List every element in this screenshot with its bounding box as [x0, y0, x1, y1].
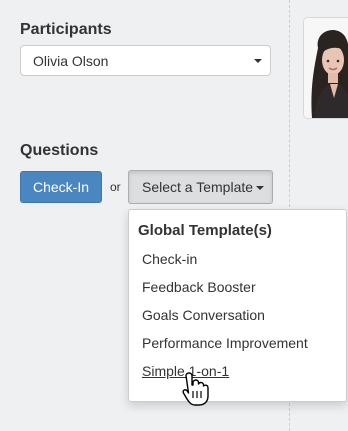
questions-label: Questions — [20, 142, 99, 159]
menu-item-goals-conversation[interactable]: Goals Conversation — [142, 307, 265, 323]
participant-select[interactable]: Olivia Olson — [20, 45, 271, 76]
hand-pointer-icon — [181, 371, 211, 412]
menu-header: Global Template(s) — [138, 222, 272, 239]
menu-item-feedback-booster[interactable]: Feedback Booster — [142, 279, 256, 295]
chevron-down-icon — [254, 59, 262, 63]
select-template-label: Select a Template — [142, 179, 254, 195]
template-dropdown-menu: Global Template(s) Check-in Feedback Boo… — [128, 209, 347, 402]
menu-item-performance-improvement[interactable]: Performance Improvement — [142, 335, 308, 351]
participants-label: Participants — [20, 21, 112, 38]
participant-select-value: Olivia Olson — [33, 52, 109, 69]
menu-item-check-in[interactable]: Check-in — [142, 251, 197, 267]
avatar — [304, 18, 348, 118]
check-in-button[interactable]: Check-In — [20, 171, 102, 203]
select-template-button[interactable]: Select a Template — [128, 170, 273, 204]
or-text: or — [110, 180, 121, 194]
chevron-down-icon — [256, 186, 264, 190]
